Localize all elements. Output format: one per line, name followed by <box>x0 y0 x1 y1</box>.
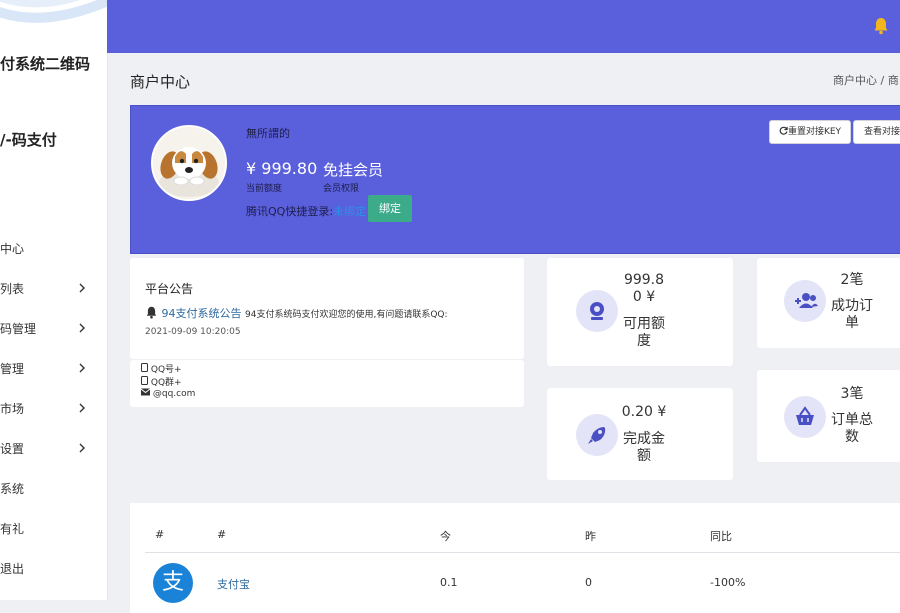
table-cell-channel[interactable]: 支付宝 <box>217 576 250 592</box>
member-level-label: 会员权限 <box>323 184 360 194</box>
balance-label: 当前额度 <box>246 184 283 194</box>
page-title: 商户中心 <box>130 73 191 91</box>
brand-title: 付系统二维码 <box>0 55 91 73</box>
table-cell-yesterday: 0 <box>585 576 592 589</box>
stat-value: 0.20 ¥ <box>621 404 667 420</box>
stat-icon-circle <box>784 280 826 322</box>
brand-subtitle: /-码支付 <box>0 131 57 149</box>
contact-group: QQ群+ <box>141 375 182 388</box>
alipay-icon: 支 <box>153 563 193 603</box>
bell-icon <box>146 306 157 319</box>
chevron-right-icon <box>79 363 85 373</box>
sidebar-item-settings[interactable]: 设置 <box>0 440 107 460</box>
stat-icon-circle <box>784 396 826 438</box>
sidebar-item-code-management[interactable]: 码管理 <box>0 320 107 340</box>
stat-icon-circle <box>576 290 618 332</box>
bind-qq-button[interactable]: 绑定 <box>368 195 412 222</box>
chevron-right-icon <box>79 403 85 413</box>
mobile-icon <box>141 376 148 385</box>
contact-group-text: QQ群+ <box>150 378 182 388</box>
reset-key-button[interactable]: 重置对接KEY <box>769 120 851 144</box>
add-user-icon <box>795 293 818 308</box>
sidebar-item-label: 码管理 <box>0 322 37 336</box>
stat-label: 订单总数 <box>831 412 873 445</box>
table-divider <box>145 552 900 553</box>
sidebar: 付系统二维码 /-码支付 中心 列表 码管理 管理 市场 设置 系统 有礼 退出 <box>0 0 108 600</box>
sidebar-item-label: 有礼 <box>0 522 25 536</box>
sidebar-item-management[interactable]: 管理 <box>0 360 107 380</box>
basket-icon <box>796 406 814 425</box>
puppy-avatar-image <box>153 127 225 199</box>
avatar <box>151 125 227 201</box>
table-header-ratio: 同比 <box>710 530 732 543</box>
sidebar-item-label: 列表 <box>0 282 25 296</box>
sidebar-wave-decoration <box>0 0 107 23</box>
table-cell-ratio: -100% <box>710 576 746 589</box>
merchant-name: 無所謂的 <box>246 127 290 140</box>
table-header-index: # <box>155 528 165 541</box>
notice-text: 94支付系统码支付欢迎您的使用,有问题请联系QQ: <box>245 310 448 320</box>
contact-card <box>130 360 524 407</box>
notice-date: 2021-09-09 10:20:05 <box>145 327 241 337</box>
sidebar-item-list[interactable]: 列表 <box>0 280 107 300</box>
envelope-icon <box>140 388 151 396</box>
refresh-icon <box>779 126 788 135</box>
sidebar-item-merchant-center[interactable]: 中心 <box>0 240 107 260</box>
qq-unbound-text: 未绑定 <box>333 205 367 218</box>
contact-email-text: @qq.com <box>152 389 196 399</box>
notice-item: 94支付系统公告 94支付系统码支付欢迎您的使用,有问题请联系QQ: <box>145 305 448 321</box>
sidebar-item-market[interactable]: 市场 <box>0 400 107 420</box>
top-bar <box>107 0 900 53</box>
webcam-icon <box>590 302 604 320</box>
sidebar-item-label: 退出 <box>0 562 25 576</box>
breadcrumb[interactable]: 商户中心 / 商 <box>833 72 899 88</box>
sidebar-item-label: 中心 <box>0 242 25 256</box>
view-key-button[interactable]: 查看对接 <box>853 120 900 144</box>
member-level-value: 免挂会员 <box>323 161 384 179</box>
reset-key-label: 重置对接KEY <box>787 127 842 137</box>
sidebar-item-logout[interactable]: 退出 <box>0 560 107 580</box>
table-header-channel: # <box>217 528 227 541</box>
bell-icon[interactable] <box>873 17 889 35</box>
table-cell-today: 0.1 <box>440 576 458 589</box>
contact-email: @qq.com <box>140 388 196 399</box>
qq-login-status: 腾讯QQ快捷登录:未绑定 <box>246 203 366 219</box>
sidebar-item-label: 市场 <box>0 402 25 416</box>
contact-qq: QQ号+ <box>141 362 182 375</box>
notice-link[interactable]: 94支付系统公告 <box>162 307 242 320</box>
chevron-right-icon <box>79 283 85 293</box>
mobile-icon <box>141 363 148 372</box>
stat-value: 3笔 <box>840 386 864 402</box>
stat-label: 完成金额 <box>623 431 665 464</box>
contact-qq-text: QQ号+ <box>150 365 182 375</box>
sidebar-item-system[interactable]: 系统 <box>0 480 107 500</box>
sidebar-item-label: 管理 <box>0 362 25 376</box>
stat-value: 999.8 0 ¥ <box>623 272 665 305</box>
sidebar-item-gift[interactable]: 有礼 <box>0 520 107 540</box>
stat-value: 2笔 <box>840 272 864 288</box>
qq-login-label: 腾讯QQ快捷登录: <box>246 205 334 218</box>
chevron-right-icon <box>79 443 85 453</box>
balance-value: ¥ 999.80 <box>246 159 318 178</box>
stat-label: 成功订单 <box>831 298 873 331</box>
channel-table <box>130 503 900 613</box>
table-header-today: 今 <box>440 530 451 543</box>
table-header-yesterday: 昨 <box>585 530 596 543</box>
sidebar-item-label: 系统 <box>0 482 25 496</box>
chevron-right-icon <box>79 323 85 333</box>
sidebar-item-label: 设置 <box>0 442 25 456</box>
notice-title: 平台公告 <box>145 282 194 296</box>
stat-label: 可用额度 <box>623 316 665 349</box>
